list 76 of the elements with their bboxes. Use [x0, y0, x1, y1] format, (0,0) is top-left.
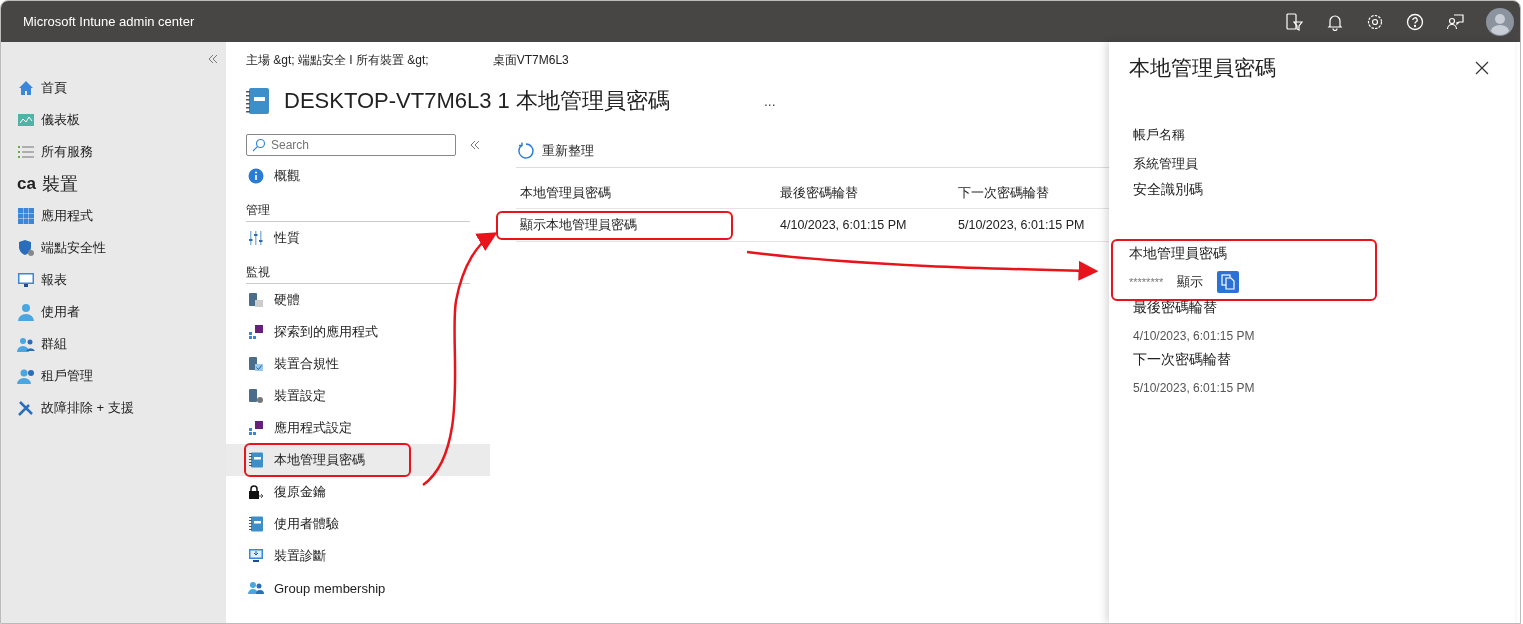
column-header: 最後密碼輪替 [776, 179, 954, 209]
nav-item[interactable]: 首頁 [1, 72, 226, 104]
collapse-icon[interactable] [470, 140, 480, 150]
menu-item[interactable]: 裝置合規性 [244, 347, 385, 381]
menu-item[interactable]: 硬體 [244, 283, 346, 317]
table-cell: 4/10/2023, 6:01:15 PM [776, 208, 954, 242]
menu-item[interactable]: 裝置設定 [244, 379, 372, 413]
close-icon[interactable] [1475, 61, 1489, 75]
refresh-icon [516, 141, 534, 160]
masked-password: ******** [1129, 276, 1164, 288]
nav-prefix: ca [17, 174, 36, 194]
nav-item[interactable]: 報表 [1, 264, 226, 296]
settings-icon[interactable] [1366, 12, 1384, 31]
menu-item[interactable]: Group membership [244, 571, 432, 605]
group-icon [17, 335, 35, 353]
help-icon[interactable] [1406, 12, 1424, 31]
section-heading: 監視 [246, 254, 470, 284]
refresh-button[interactable]: 重新整理 [516, 141, 594, 160]
menu-item[interactable]: 裝置診斷 [244, 539, 372, 573]
grid-icon [17, 207, 35, 225]
nav-item[interactable]: 群組 [1, 328, 226, 360]
home-icon [17, 79, 35, 97]
field-label: 本地管理員密碼 [1129, 245, 1228, 263]
field-value: 系統管理員 [1133, 156, 1199, 173]
lock-icon [248, 484, 264, 500]
book-icon [248, 516, 264, 532]
sliders-icon [248, 230, 264, 246]
search-field[interactable]: Search [246, 134, 456, 156]
section-heading: 管理 [246, 192, 470, 222]
nav-item[interactable]: 應用程式 [1, 200, 226, 232]
notification-bell-icon[interactable] [1326, 12, 1344, 31]
nav-item[interactable]: 使用者 [1, 296, 226, 328]
avatar-icon[interactable] [1486, 7, 1514, 36]
field-label: 安全識別碼 [1133, 181, 1204, 199]
compliance-icon [248, 356, 264, 372]
collapse-icon[interactable] [208, 54, 218, 64]
nav-item[interactable]: 故障排除 + 支援 [1, 392, 226, 424]
field-label: 最後密碼輪替 [1133, 299, 1218, 317]
menu-item[interactable]: 探索到的應用程式 [244, 315, 424, 349]
feedback-icon[interactable] [1446, 12, 1464, 31]
nav-item[interactable]: 儀表板 [1, 104, 226, 136]
field-label: 下一次密碼輪替 [1133, 351, 1232, 369]
panel-title: 本地管理員密碼 [1129, 55, 1276, 81]
shield-icon [17, 239, 35, 257]
field-value: 4/10/2023, 6:01:15 PM [1133, 329, 1256, 343]
app-title: Microsoft Intune admin center [23, 14, 195, 29]
breadcrumb-item[interactable]: 主場 &gt; 端點安全 I 所有裝置 &gt; [246, 52, 429, 68]
search-icon [252, 138, 266, 152]
menu-item[interactable]: 本地管理員密碼 [244, 443, 411, 477]
book-icon [248, 452, 264, 468]
show-password-link[interactable]: 顯示本地管理員密碼 [496, 210, 733, 240]
menu-item[interactable]: 復原金鑰 [244, 475, 372, 509]
page-title: DESKTOP-VT7M6L3 1 本地管理員密碼 [284, 87, 670, 115]
copy-icon[interactable] [1217, 271, 1240, 293]
menu-item[interactable]: 性質 [244, 221, 346, 255]
notebook-icon [246, 87, 270, 115]
menu-item[interactable]: 應用程式設定 [244, 411, 398, 445]
menu-item[interactable]: 概觀 [244, 159, 346, 193]
device-filter-icon[interactable] [1284, 11, 1304, 32]
report-icon [17, 271, 35, 289]
list-icon [17, 143, 35, 161]
nav-item[interactable]: ca 裝置 [1, 168, 226, 200]
info-icon [248, 168, 264, 184]
nav-item[interactable]: 端點安全性 [1, 232, 226, 264]
device-icon [248, 292, 264, 308]
breadcrumb-item[interactable]: 桌面VT7M6L3 [492, 52, 569, 68]
more-button[interactable]: ... [763, 93, 776, 109]
column-header: 本地管理員密碼 [516, 179, 776, 209]
group-icon [248, 580, 264, 596]
field-label: 帳戶名稱 [1133, 126, 1186, 144]
nav-item[interactable]: 租戶管理 [1, 360, 226, 392]
menu-item[interactable]: 使用者體驗 [244, 507, 385, 541]
user-icon [17, 303, 35, 321]
nav-item[interactable]: 所有服務 [1, 136, 226, 168]
show-link[interactable]: 顯示 [1177, 273, 1204, 291]
field-value: 5/10/2023, 6:01:15 PM [1133, 381, 1256, 395]
